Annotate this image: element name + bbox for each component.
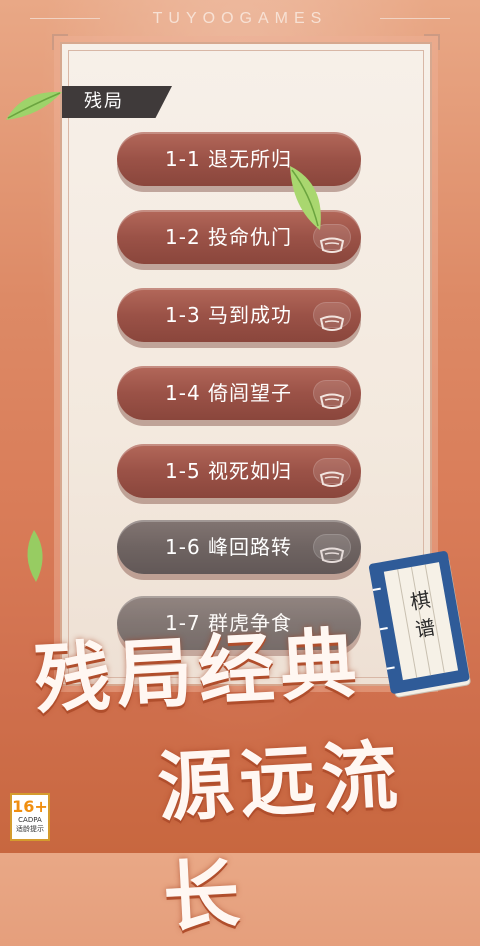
level-button-1-5[interactable]: 1-5 视死如归 xyxy=(117,444,361,498)
leaf-icon xyxy=(27,530,43,582)
status-badge-icon xyxy=(313,534,351,563)
status-badge-icon xyxy=(313,458,351,487)
leaf-icon xyxy=(290,166,321,230)
level-button-1-3[interactable]: 1-3 马到成功 xyxy=(117,288,361,342)
book-title-char: 棋 xyxy=(409,587,433,614)
level-label: 1-6 峰回路转 xyxy=(165,535,293,559)
leaf-icon xyxy=(6,91,62,120)
age-rating-number: 16+ xyxy=(12,797,48,816)
slogan-line-2: 源远流长 xyxy=(155,730,406,943)
age-rating-org: CADPA xyxy=(18,816,42,824)
level-label: 1-4 倚闾望子 xyxy=(165,381,293,405)
level-label: 1-5 视死如归 xyxy=(165,459,293,483)
brand-title: TUYOOGAMES xyxy=(152,10,328,27)
book-title-char: 谱 xyxy=(413,615,437,642)
age-rating-badge: 16+ CADPA 适龄提示 xyxy=(10,793,50,841)
section-tag: 残局 xyxy=(62,86,172,118)
panel-corner-ornament xyxy=(52,34,68,50)
brand-divider-right xyxy=(380,18,450,19)
status-badge-icon xyxy=(313,380,351,409)
level-label: 1-1 退无所归 xyxy=(165,147,293,171)
status-badge-icon xyxy=(313,302,351,331)
panel-corner-ornament xyxy=(424,34,440,50)
level-button-1-4[interactable]: 1-4 倚闾望子 xyxy=(117,366,361,420)
age-rating-note: 适龄提示 xyxy=(16,825,44,833)
level-button-1-6[interactable]: 1-6 峰回路转 xyxy=(117,520,361,574)
level-label: 1-2 投命仇门 xyxy=(165,225,293,249)
level-label: 1-3 马到成功 xyxy=(165,303,293,327)
slogan-line-1: 残局经典 xyxy=(32,618,365,725)
